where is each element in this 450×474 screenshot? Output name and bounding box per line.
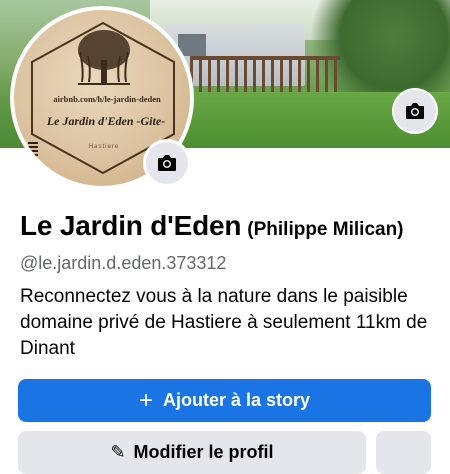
- add-to-story-button[interactable]: + Ajouter à la story: [18, 379, 431, 422]
- edit-profile-label: Modifier le profil: [133, 442, 274, 462]
- avatar-place-text: Hastiere: [88, 144, 120, 150]
- pencil-icon: ✎: [110, 442, 126, 462]
- camera-icon: [158, 155, 176, 171]
- profile-username: @le.jardin.d.eden.373312: [20, 253, 227, 273]
- profile-picture-camera-button[interactable]: [146, 142, 188, 184]
- profile-name: Le Jardin d'Eden: [20, 210, 242, 241]
- edit-profile-button[interactable]: ✎ Modifier le profil: [18, 431, 366, 474]
- avatar-url-text: airbnb.com/h/le-jardin-deden: [53, 94, 161, 104]
- more-options-button[interactable]: [376, 431, 431, 474]
- plus-icon: +: [138, 386, 153, 414]
- avatar-title-text: Le Jardin d'Eden -Gite-: [46, 114, 166, 128]
- add-to-story-label: Ajouter à la story: [162, 390, 311, 410]
- profile-alternate-name: (Philippe Milican): [247, 219, 404, 240]
- profile-name-row: Le Jardin d'Eden (Philippe Milican): [20, 210, 404, 242]
- willow-tree-logo: [78, 30, 130, 85]
- qr-code: [28, 142, 38, 160]
- cover-camera-button[interactable]: [394, 90, 436, 132]
- camera-icon: [406, 103, 424, 119]
- profile-bio: Reconnectez vous à la nature dans le pai…: [20, 286, 428, 359]
